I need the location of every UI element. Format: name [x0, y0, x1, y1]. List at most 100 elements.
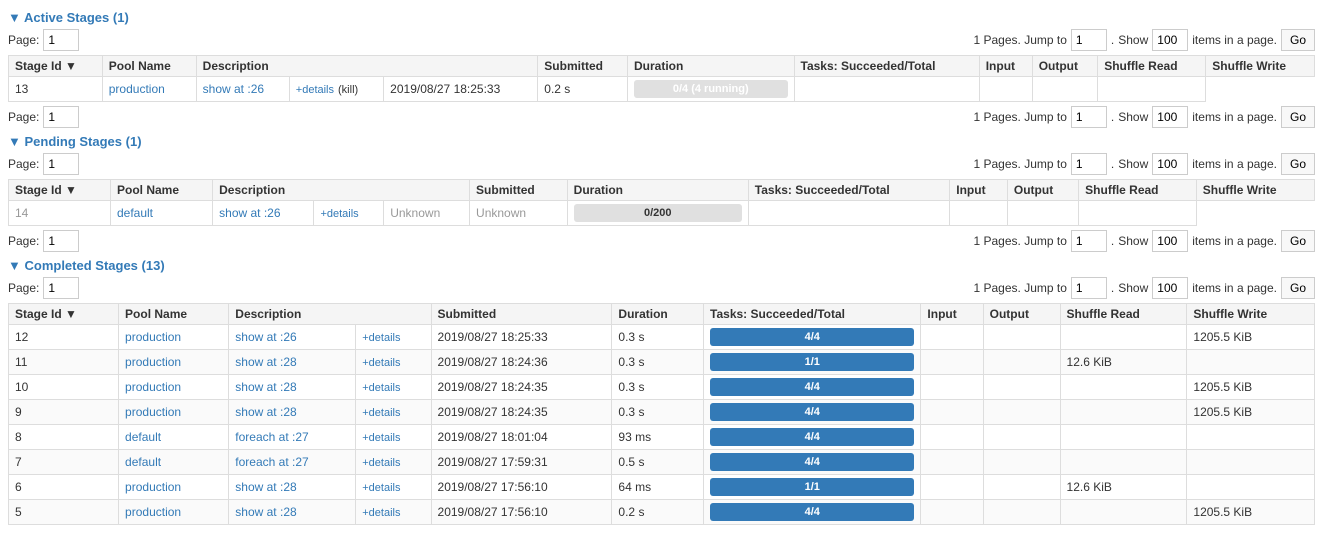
- col-submitted: Submitted: [538, 56, 628, 77]
- stage-id: 12: [9, 325, 119, 350]
- active-go-button2[interactable]: Go: [1281, 106, 1315, 128]
- description-link[interactable]: show at :26: [203, 82, 264, 96]
- description-link[interactable]: show at :28: [235, 505, 296, 519]
- pending-jump-input[interactable]: [1071, 153, 1107, 175]
- details-link[interactable]: +details: [362, 357, 400, 369]
- output: [983, 325, 1060, 350]
- active-page-input[interactable]: [43, 29, 79, 51]
- description-link[interactable]: foreach at :27: [235, 430, 308, 444]
- description-link[interactable]: show at :26: [235, 330, 296, 344]
- submitted: 2019/08/27 17:56:10: [431, 475, 612, 500]
- shuffle-write: 1205.5 KiB: [1187, 325, 1315, 350]
- pending-jump-input2[interactable]: [1071, 230, 1107, 252]
- table-row: 12 production show at :26 +details 2019/…: [9, 325, 1315, 350]
- pending-page-input2[interactable]: [43, 230, 79, 252]
- comp-col-tasks: Tasks: Succeeded/Total: [704, 304, 921, 325]
- pending-page-input[interactable]: [43, 153, 79, 175]
- pool-name-link[interactable]: production: [125, 480, 181, 494]
- tasks-cell: 1/1: [704, 350, 921, 375]
- input: [921, 375, 983, 400]
- pool-name: default: [119, 450, 229, 475]
- completed-show-input[interactable]: [1152, 277, 1188, 299]
- stage-id: 5: [9, 500, 119, 525]
- active-jump-input[interactable]: [1071, 29, 1107, 51]
- input: [921, 350, 983, 375]
- pending-stages-title: ▼ Pending Stages (1): [8, 134, 1315, 149]
- details-link[interactable]: +details: [320, 208, 358, 220]
- pool-name-link[interactable]: default: [125, 455, 161, 469]
- task-progress-bar: 4/4: [710, 403, 914, 421]
- duration: 0.3 s: [612, 325, 704, 350]
- active-page-input2[interactable]: [43, 106, 79, 128]
- active-show-input2[interactable]: [1152, 106, 1188, 128]
- details-link[interactable]: +details: [362, 457, 400, 469]
- comp-col-shuffle-read: Shuffle Read: [1060, 304, 1187, 325]
- task-progress-bar: 4/4: [710, 453, 914, 471]
- pool-name-link[interactable]: production: [125, 355, 181, 369]
- pending-go-button2[interactable]: Go: [1281, 230, 1315, 252]
- details-link[interactable]: +details: [362, 407, 400, 419]
- shuffle-write: 1205.5 KiB: [1187, 500, 1315, 525]
- pool-name-link[interactable]: default: [125, 430, 161, 444]
- details: +details: [356, 475, 431, 500]
- kill-link[interactable]: (kill): [338, 84, 358, 96]
- table-row: 6 production show at :28 +details 2019/0…: [9, 475, 1315, 500]
- table-row: 14 default show at :26 +details Unknown …: [9, 201, 1315, 226]
- details-link[interactable]: +details: [362, 382, 400, 394]
- output: [983, 350, 1060, 375]
- details-link[interactable]: +details: [362, 432, 400, 444]
- pool-name: production: [119, 325, 229, 350]
- col-stage-id: Stage Id ▼: [9, 56, 103, 77]
- active-go-button[interactable]: Go: [1281, 29, 1315, 51]
- task-progress-bar: 4/4: [710, 378, 914, 396]
- comp-col-submitted: Submitted: [431, 304, 612, 325]
- pending-go-button[interactable]: Go: [1281, 153, 1315, 175]
- output: [979, 77, 1032, 102]
- pool-name-link[interactable]: production: [125, 330, 181, 344]
- details-link[interactable]: +details: [362, 482, 400, 494]
- pending-show-input2[interactable]: [1152, 230, 1188, 252]
- description: show at :26: [213, 201, 314, 226]
- pool-name-link[interactable]: production: [109, 82, 165, 96]
- description-link[interactable]: show at :28: [235, 380, 296, 394]
- task-progress-bar: 4/4: [710, 503, 914, 521]
- comp-col-shuffle-write: Shuffle Write: [1187, 304, 1315, 325]
- submitted: Unknown: [384, 201, 470, 226]
- pool-name-link[interactable]: default: [117, 206, 153, 220]
- pool-name-link[interactable]: production: [125, 405, 181, 419]
- shuffle-read: [1060, 450, 1187, 475]
- description-link[interactable]: foreach at :27: [235, 455, 308, 469]
- details-link[interactable]: +details: [362, 332, 400, 344]
- pool-name-link[interactable]: production: [125, 505, 181, 519]
- submitted: 2019/08/27 17:56:10: [431, 500, 612, 525]
- completed-jump-input[interactable]: [1071, 277, 1107, 299]
- pool-name: production: [102, 77, 196, 102]
- active-show-input[interactable]: [1152, 29, 1188, 51]
- active-stages-table: Stage Id ▼ Pool Name Description Submitt…: [8, 55, 1315, 102]
- pending-top-pagination: Page: 1 Pages. Jump to . Show items in a…: [8, 153, 1315, 175]
- pool-name-link[interactable]: production: [125, 380, 181, 394]
- output: [983, 425, 1060, 450]
- description-link[interactable]: show at :28: [235, 405, 296, 419]
- page-label: Page:: [8, 33, 39, 47]
- duration: 93 ms: [612, 425, 704, 450]
- description-link[interactable]: show at :28: [235, 355, 296, 369]
- completed-go-button[interactable]: Go: [1281, 277, 1315, 299]
- table-row: 9 production show at :28 +details 2019/0…: [9, 400, 1315, 425]
- details-link[interactable]: +details: [296, 84, 334, 96]
- active-jump-input2[interactable]: [1071, 106, 1107, 128]
- pending-col-pool-name: Pool Name: [110, 180, 212, 201]
- pool-name: production: [119, 500, 229, 525]
- description-link[interactable]: show at :28: [235, 480, 296, 494]
- pending-col-stage-id: Stage Id ▼: [9, 180, 111, 201]
- description-link[interactable]: show at :26: [219, 206, 280, 220]
- comp-col-stage-id: Stage Id ▼: [9, 304, 119, 325]
- completed-page-input[interactable]: [43, 277, 79, 299]
- pending-show-input[interactable]: [1152, 153, 1188, 175]
- shuffle-read: [1060, 425, 1187, 450]
- comp-col-description: Description: [229, 304, 431, 325]
- table-row: 8 default foreach at :27 +details 2019/0…: [9, 425, 1315, 450]
- details-link[interactable]: +details: [362, 507, 400, 519]
- pending-col-shuffle-write: Shuffle Write: [1196, 180, 1314, 201]
- active-stages-section: ▼ Active Stages (1) Page: 1 Pages. Jump …: [8, 10, 1315, 128]
